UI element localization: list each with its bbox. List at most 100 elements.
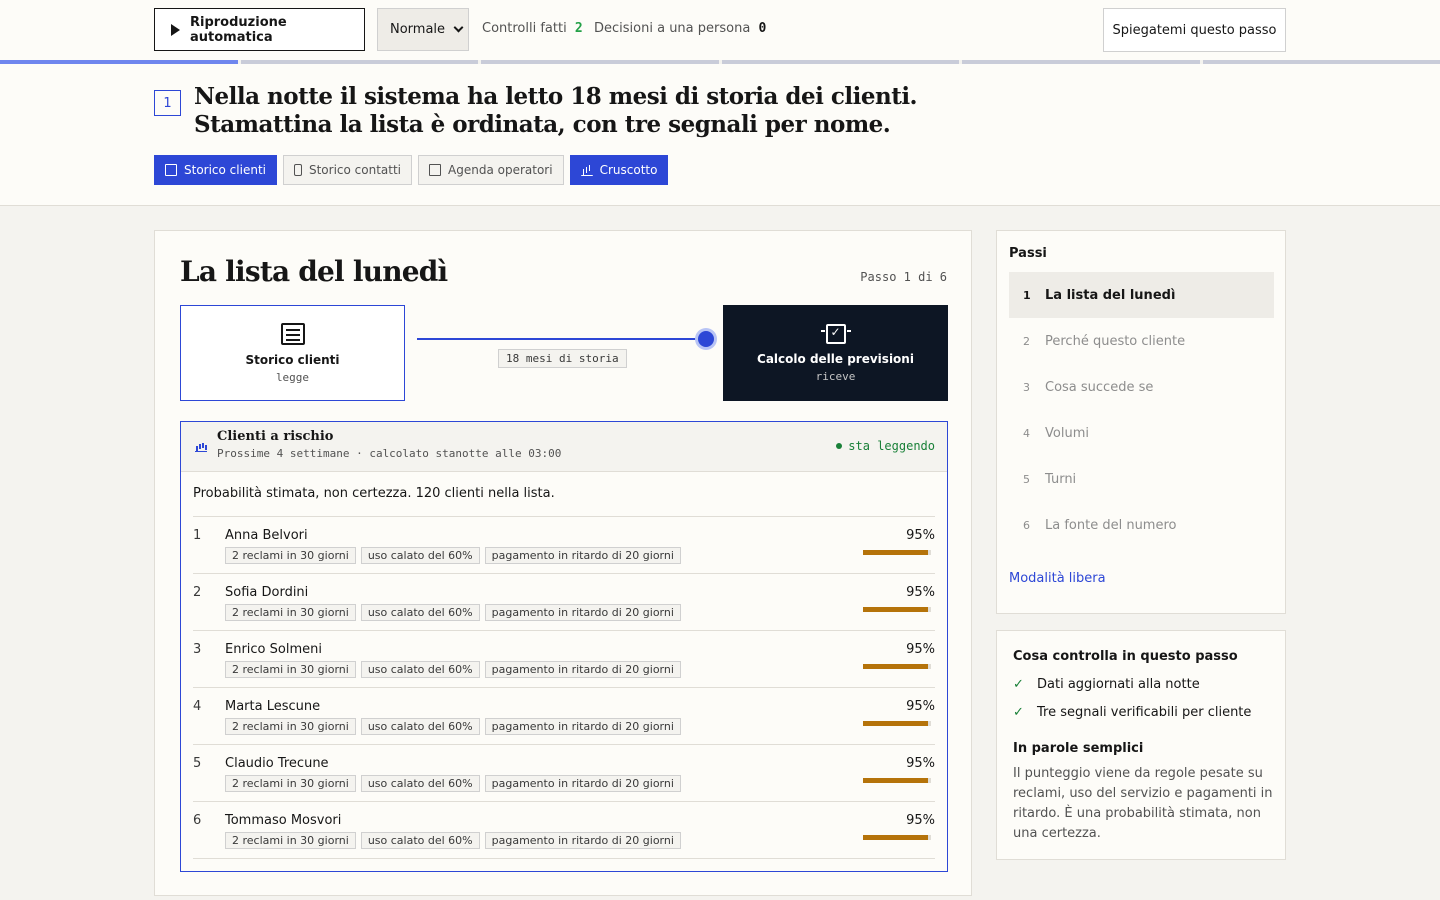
explain-step-button[interactable]: Spiegatemi questo passo: [1103, 8, 1286, 52]
checks-panel: Cosa controlla in questo passo ✓ Dati ag…: [996, 630, 1286, 860]
step-label: Perché questo cliente: [1045, 333, 1186, 349]
flow-connector: [417, 338, 707, 340]
checks-done-stat: Controlli fatti 2: [482, 21, 583, 36]
flow-target-node[interactable]: Calcolo delle previsioni riceve: [723, 305, 948, 401]
risk-percent: 95%: [906, 642, 935, 657]
table-row[interactable]: 2 Sofia Dordini 2 reclami in 30 giorni uso …: [193, 574, 935, 631]
status-dot-icon: [836, 443, 843, 449]
source-pill-storico-clienti[interactable]: Storico clienti: [154, 155, 277, 185]
check-icon: ✓: [1013, 677, 1024, 692]
risk-bar: [863, 778, 931, 783]
table-row[interactable]: 5 Claudio Trecune 2 reclami in 30 giorni us…: [193, 745, 935, 802]
signal-tag: pagamento in ritardo di 20 giorni: [484, 661, 681, 678]
decisions-value: 0: [758, 21, 767, 36]
signal-tags: 2 reclami in 30 giorni uso calato del 60%…: [225, 604, 681, 621]
customer-name: Enrico Solmeni: [225, 642, 322, 657]
risk-panel-subtitle: Prossime 4 settimane · calcolato stanott…: [217, 447, 562, 460]
signal-tags: 2 reclami in 30 giorni uso calato del 60%…: [225, 547, 681, 564]
speed-value: Normale: [390, 22, 446, 37]
step-number: 5: [1023, 472, 1030, 486]
source-pill-agenda-operatori[interactable]: Agenda operatori: [418, 155, 564, 185]
table-row[interactable]: 1 Anna Belvori 2 reclami in 30 giorni uso c…: [193, 517, 935, 574]
free-mode-link[interactable]: Modalità libera: [1009, 571, 1106, 586]
checks-done-value: 2: [574, 21, 583, 36]
step-label: La fonte del numero: [1045, 517, 1177, 533]
sidebar-step-4[interactable]: 4 Volumi: [1009, 410, 1274, 456]
step-number: 2: [1023, 334, 1030, 348]
explain-step-label: Spiegatemi questo passo: [1112, 22, 1277, 38]
risk-bar-fill: [863, 778, 928, 783]
step-headline: Nella notte il sistema ha letto 18 mesi …: [194, 83, 954, 139]
customer-name: Anna Belvori: [225, 528, 308, 543]
sidebar-step-2[interactable]: 2 Perché questo cliente: [1009, 318, 1274, 364]
signal-tag: pagamento in ritardo di 20 giorni: [484, 604, 681, 621]
signal-tag: pagamento in ritardo di 20 giorni: [484, 832, 681, 849]
signal-tag: pagamento in ritardo di 20 giorni: [484, 775, 681, 792]
signal-tags: 2 reclami in 30 giorni uso calato del 60%…: [225, 718, 681, 735]
sidebar-heading: Passi: [1009, 246, 1047, 261]
plain-words-text: Il punteggio viene da regole pesate su r…: [1013, 766, 1273, 841]
chevron-down-icon: [453, 22, 464, 33]
customer-name: Tommaso Mosvori: [225, 813, 342, 828]
risk-panel: Clienti a rischio Prossime 4 settimane ·…: [180, 421, 948, 872]
check-item: ✓ Dati aggiornati alla notte: [1013, 677, 1200, 692]
check-item-label: Dati aggiornati alla notte: [1037, 677, 1200, 692]
signal-tag: 2 reclami in 30 giorni: [225, 775, 356, 792]
step-number: 6: [1023, 518, 1030, 532]
step-label: La lista del lunedì: [1045, 287, 1176, 303]
risk-panel-intro: Probabilità stimata, non certezza. 120 c…: [193, 486, 555, 501]
phone-icon: [293, 164, 302, 176]
step-number: 4: [1023, 426, 1030, 440]
table-row[interactable]: 3 Enrico Solmeni 2 reclami in 30 giorni uso…: [193, 631, 935, 688]
flow-progress-dot: [698, 331, 714, 347]
source-pill-storico-contatti[interactable]: Storico contatti: [282, 155, 413, 185]
status-label: sta leggendo: [848, 439, 935, 453]
signal-tag: 2 reclami in 30 giorni: [225, 547, 356, 564]
flow-source-node[interactable]: Storico clienti legge: [180, 305, 405, 401]
chart-bars-icon: [195, 441, 207, 452]
plain-words-heading: In parole semplici: [1013, 741, 1144, 756]
sidebar-step-1[interactable]: 1 La lista del lunedì: [1009, 272, 1274, 318]
row-index: 2: [193, 585, 202, 600]
headline-line-2: Stamattina la lista è ordinata, con tre …: [194, 111, 891, 138]
checks-done-label: Controlli fatti: [482, 21, 567, 36]
source-pills: Storico clienti Storico contatti Agenda …: [154, 155, 669, 185]
risk-list: 1 Anna Belvori 2 reclami in 30 giorni uso c…: [193, 516, 935, 859]
check-icon: ✓: [1013, 705, 1024, 720]
risk-panel-header: Clienti a rischio Prossime 4 settimane ·…: [181, 422, 947, 472]
check-item-label: Tre segnali verificabili per cliente: [1037, 705, 1252, 720]
flow-target-role: riceve: [815, 369, 856, 383]
source-pill-cruscotto[interactable]: Cruscotto: [569, 155, 669, 185]
signal-tag: uso calato del 60%: [360, 547, 480, 564]
step-label: Turni: [1045, 471, 1077, 487]
signal-tag: 2 reclami in 30 giorni: [225, 832, 356, 849]
risk-percent: 95%: [906, 585, 935, 600]
risk-bar: [863, 664, 931, 669]
flow-source-title: Storico clienti: [245, 352, 340, 367]
signal-tags: 2 reclami in 30 giorni uso calato del 60%…: [225, 775, 681, 792]
autoplay-button[interactable]: Riproduzione automatica: [154, 8, 365, 51]
customer-name: Sofia Dordini: [225, 585, 309, 600]
risk-panel-title: Clienti a rischio: [217, 429, 334, 444]
autoplay-label: Riproduzione automatica: [190, 14, 287, 45]
table-icon: [280, 322, 305, 345]
signal-tag: 2 reclami in 30 giorni: [225, 661, 356, 678]
table-row[interactable]: 6 Tommaso Mosvori 2 reclami in 30 giorni us…: [193, 802, 935, 859]
risk-bar-fill: [863, 607, 928, 612]
step-number: 3: [1023, 380, 1030, 394]
row-index: 6: [193, 813, 202, 828]
signal-tag: uso calato del 60%: [360, 775, 480, 792]
row-index: 3: [193, 642, 202, 657]
speed-select[interactable]: Normale: [377, 8, 469, 51]
sidebar-step-5[interactable]: 5 Turni: [1009, 456, 1274, 502]
risk-bar: [863, 835, 931, 840]
table-row[interactable]: 4 Marta Lescune 2 reclami in 30 giorni uso …: [193, 688, 935, 745]
step-counter: Passo 1 di 6: [860, 270, 947, 284]
source-pill-label: Agenda operatori: [448, 163, 553, 177]
check-item: ✓ Tre segnali verificabili per cliente: [1013, 705, 1251, 720]
sidebar-step-6[interactable]: 6 La fonte del numero: [1009, 502, 1274, 548]
top-toolbar: Riproduzione automatica Normale Controll…: [0, 0, 1440, 60]
headline-line-1: Nella notte il sistema ha letto 18 mesi …: [194, 83, 918, 110]
step-number-badge: 1: [154, 90, 181, 116]
sidebar-step-3[interactable]: 3 Cosa succede se: [1009, 364, 1274, 410]
